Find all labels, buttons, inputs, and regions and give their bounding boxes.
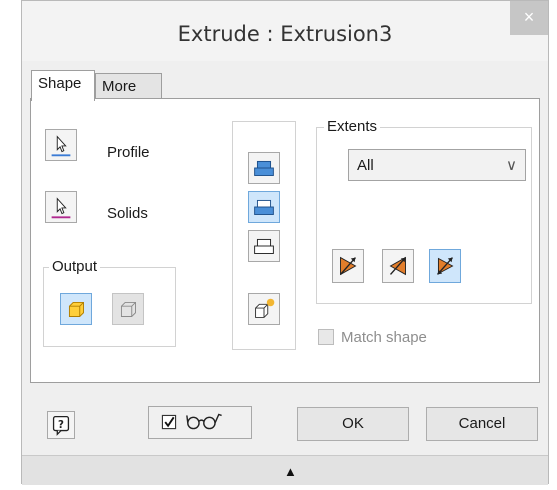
extents-value: All bbox=[357, 157, 374, 174]
intersect-icon bbox=[254, 238, 274, 254]
title-bar: Extrude : Extrusion3 × bbox=[22, 1, 548, 61]
join-icon bbox=[254, 160, 274, 176]
tab-shape-label: Shape bbox=[38, 75, 82, 92]
tab-more-label: More bbox=[102, 78, 137, 95]
profile-label: Profile bbox=[107, 144, 150, 161]
profile-select-button[interactable] bbox=[45, 129, 77, 161]
cancel-button[interactable]: Cancel bbox=[426, 407, 538, 441]
symmetric-direction-icon bbox=[436, 257, 454, 275]
cursor-arrow-icon bbox=[51, 135, 71, 157]
preview-glasses-icon bbox=[161, 413, 222, 430]
match-shape-checkbox[interactable] bbox=[318, 329, 334, 345]
dialog-title: Extrude : Extrusion3 bbox=[177, 22, 393, 46]
solids-select-button[interactable] bbox=[45, 191, 77, 223]
intersect-button[interactable] bbox=[248, 230, 280, 262]
expand-bar[interactable]: ▲ bbox=[22, 455, 548, 485]
solids-label: Solids bbox=[107, 205, 148, 222]
direction-1-button[interactable] bbox=[332, 249, 364, 283]
output-surface-button[interactable] bbox=[112, 293, 144, 325]
cut-icon bbox=[254, 199, 274, 215]
direction-reverse-icon bbox=[389, 256, 407, 276]
match-shape-label: Match shape bbox=[341, 329, 427, 346]
solid-cube-icon bbox=[68, 301, 84, 317]
extents-dropdown[interactable]: All ∨ bbox=[348, 149, 526, 181]
help-button[interactable]: ? bbox=[47, 411, 75, 439]
tab-shape[interactable]: Shape bbox=[31, 70, 95, 101]
extrude-dialog: Extrude : Extrusion3 × Shape More Profil… bbox=[21, 0, 549, 485]
help-question-icon: ? bbox=[52, 415, 70, 436]
join-button[interactable] bbox=[248, 152, 280, 184]
preview-toggle[interactable] bbox=[148, 406, 252, 439]
cursor-arrow-icon bbox=[51, 197, 71, 219]
cut-button[interactable] bbox=[248, 191, 280, 223]
direction-forward-icon bbox=[339, 256, 357, 276]
tab-more[interactable]: More bbox=[95, 73, 162, 101]
direction-2-button[interactable] bbox=[382, 249, 414, 283]
help-glyph: ? bbox=[58, 420, 64, 431]
close-button[interactable]: × bbox=[510, 1, 548, 35]
output-solid-button[interactable] bbox=[60, 293, 92, 325]
output-group-label: Output bbox=[49, 258, 101, 275]
chevron-down-icon: ∨ bbox=[506, 157, 517, 174]
new-solid-button[interactable] bbox=[248, 293, 280, 325]
new-solid-icon bbox=[255, 298, 275, 318]
ok-button[interactable]: OK bbox=[297, 407, 409, 441]
extents-group-label: Extents bbox=[324, 118, 381, 135]
expand-arrow-icon: ▲ bbox=[284, 464, 297, 479]
surface-cube-icon bbox=[120, 301, 136, 317]
symmetric-button[interactable] bbox=[429, 249, 461, 283]
